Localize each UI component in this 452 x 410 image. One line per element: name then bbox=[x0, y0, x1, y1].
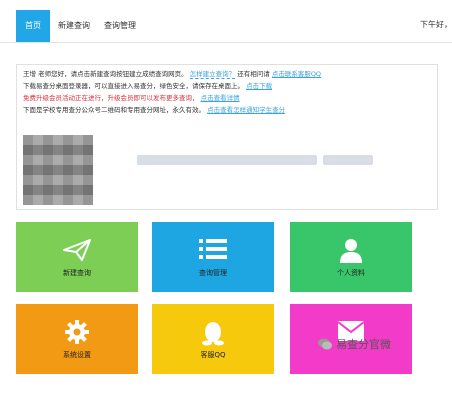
gear-icon bbox=[65, 320, 89, 344]
info-line-download: 下载易查分桌面登录器，可以直接进入易查分，绿色安全，请保存在桌面上。 点击下载 bbox=[23, 81, 272, 91]
tab-new-query[interactable]: 新建查询 bbox=[54, 10, 94, 42]
welcome-text: 王增 老师您好，请点击新建查询按钮建立成绩查询网页。 bbox=[23, 70, 188, 78]
user-icon bbox=[340, 239, 362, 263]
upgrade-text: 免费升级会员活动正在进行，升级会员即可以发布更多查询， bbox=[23, 94, 199, 102]
info-line-upgrade: 免费升级会员活动正在进行，升级会员即可以发布更多查询， 点击查看详情 bbox=[23, 93, 240, 103]
qrcode-text: 下面是学校专用查分公众号二维码和专用查分网址，永久有效。 bbox=[23, 106, 205, 114]
contact-qq-link[interactable]: 点击联系客服QQ bbox=[272, 70, 321, 78]
profile-tile[interactable]: 个人资料 bbox=[290, 222, 412, 292]
tile-label: 系统设置 bbox=[63, 351, 91, 359]
tile-label: 个人资料 bbox=[337, 269, 365, 277]
info-panel: 王增 老师您好，请点击新建查询按钮建立成绩查询网页。 怎样建立查询？ 还有相问请… bbox=[16, 64, 438, 210]
notify-students-link[interactable]: 点击查看怎样通知学生查分 bbox=[207, 106, 285, 114]
watermark-text: 易查分官微 bbox=[336, 338, 391, 351]
greeting-text: 下午好， bbox=[420, 20, 452, 29]
tab-home[interactable]: 首页 bbox=[16, 10, 50, 42]
tab-query-management[interactable]: 查询管理 bbox=[100, 10, 140, 42]
watermark: 易查分官微 bbox=[318, 336, 391, 352]
tile-label: 查询管理 bbox=[199, 269, 227, 277]
qq-penguin-icon bbox=[202, 322, 224, 346]
system-settings-tile[interactable]: 系统设置 bbox=[16, 304, 138, 374]
tile-label: 客服QQ bbox=[200, 351, 226, 359]
new-query-tile[interactable]: 新建查询 bbox=[16, 222, 138, 292]
customer-qq-tile[interactable]: 客服QQ bbox=[152, 304, 274, 374]
paper-plane-icon bbox=[63, 239, 91, 261]
query-management-tile[interactable]: 查询管理 bbox=[152, 222, 274, 292]
how-to-create-link[interactable]: 怎样建立查询？ bbox=[189, 70, 236, 79]
query-url-blurred-2 bbox=[323, 155, 373, 165]
upgrade-details-link[interactable]: 点击查看详情 bbox=[201, 94, 240, 102]
tile-label: 新建查询 bbox=[63, 269, 91, 277]
top-navigation: 首页 新建查询 查询管理 下午好， bbox=[0, 0, 452, 43]
list-icon bbox=[199, 239, 227, 259]
download-text: 下载易查分桌面登录器，可以直接进入易查分，绿色安全，请保存在桌面上。 bbox=[23, 82, 244, 90]
query-url-blurred bbox=[137, 155, 317, 165]
info-line-welcome: 王增 老师您好，请点击新建查询按钮建立成绩查询网页。 怎样建立查询？ 还有相问请… bbox=[23, 69, 321, 79]
contact-prompt-text: 还有相问请 bbox=[237, 70, 270, 78]
info-line-qrcode: 下面是学校专用查分公众号二维码和专用查分网址，永久有效。 点击查看怎样通知学生查… bbox=[23, 105, 285, 115]
download-link[interactable]: 点击下载 bbox=[246, 82, 272, 90]
qr-code-image bbox=[23, 135, 93, 205]
wechat-icon bbox=[318, 338, 332, 350]
